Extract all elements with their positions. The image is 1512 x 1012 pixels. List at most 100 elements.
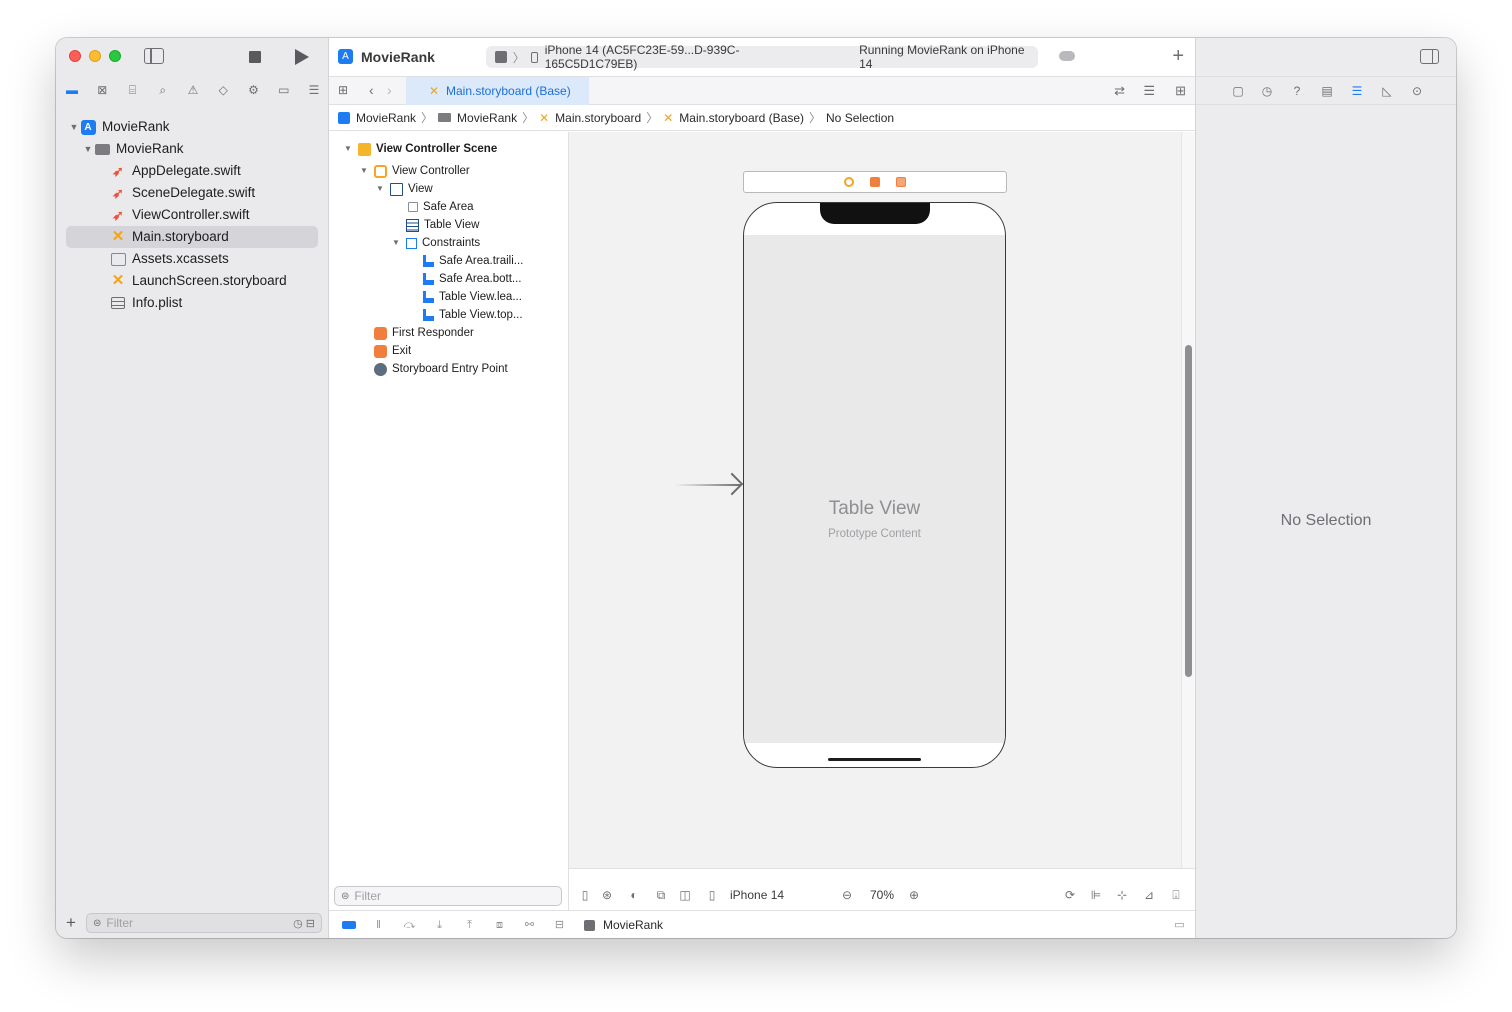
orientation-icon[interactable]: ⧉ <box>654 888 668 902</box>
outline-scene[interactable]: ▼ View Controller Scene <box>329 140 568 158</box>
step-over-icon[interactable]: ⤼ <box>403 919 416 932</box>
tree-item-file[interactable]: ➶ AppDelegate.swift <box>56 160 328 182</box>
activity-view[interactable]: 〉 iPhone 14 (AC5FC23E-59...D-939C-165C5D… <box>486 43 1038 71</box>
chevron-down-icon[interactable]: ▼ <box>68 116 80 138</box>
history-inspector-icon[interactable]: ◷ <box>1260 84 1274 98</box>
zoom-level[interactable]: 70% <box>870 888 894 902</box>
exit-icon[interactable] <box>896 177 906 187</box>
debug-area-toggle-icon[interactable] <box>342 921 356 929</box>
forward-icon[interactable]: › <box>387 82 392 98</box>
resolve-issues-icon[interactable]: ⊿ <box>1142 888 1156 902</box>
outline-view[interactable]: ▼ View <box>329 180 568 198</box>
step-out-icon[interactable]: ⤒ <box>463 919 476 932</box>
zoom-window-button[interactable] <box>109 50 121 62</box>
tree-item-file[interactable]: ✕ LaunchScreen.storyboard <box>56 270 328 292</box>
add-constraints-icon[interactable]: ⊹ <box>1115 888 1129 902</box>
identity-inspector-icon[interactable]: ▤ <box>1320 84 1334 98</box>
chevron-down-icon[interactable]: ▼ <box>390 234 402 252</box>
environment-icon[interactable]: ⊟ <box>553 919 566 932</box>
align-icon[interactable]: ⊫ <box>1089 888 1103 902</box>
add-icon[interactable]: + <box>66 913 80 933</box>
search-icon[interactable]: ⌕ <box>155 82 171 98</box>
chevron-down-icon[interactable]: ▼ <box>374 180 386 198</box>
breadcrumb-folder[interactable]: MovieRank <box>438 111 517 125</box>
zoom-out-icon[interactable]: ⊖ <box>840 888 854 902</box>
iphone-frame[interactable]: Table View Prototype Content <box>743 202 1006 768</box>
recent-files-icon[interactable]: ◷ <box>293 917 303 930</box>
outline-safe-area[interactable]: Safe Area <box>329 198 568 216</box>
swap-icon[interactable]: ⇄ <box>1114 83 1125 99</box>
folder-icon[interactable]: ▬ <box>64 82 80 98</box>
tree-item-project[interactable]: ▼ A MovieRank <box>56 116 328 138</box>
breadcrumb-localization[interactable]: ✕ Main.storyboard (Base) <box>663 111 804 125</box>
stop-icon[interactable] <box>249 51 261 63</box>
view-controller-icon[interactable] <box>844 177 854 187</box>
run-icon[interactable] <box>295 49 309 65</box>
tree-item-folder[interactable]: ▼ MovieRank <box>56 138 328 160</box>
size-inspector-icon[interactable]: ◺ <box>1380 84 1394 98</box>
chevron-down-icon[interactable]: ▼ <box>358 162 370 180</box>
close-window-button[interactable] <box>69 50 81 62</box>
outline-exit[interactable]: Exit <box>329 342 568 360</box>
minimize-window-button[interactable] <box>89 50 101 62</box>
tab-main-storyboard[interactable]: ✕ Main.storyboard (Base) <box>406 77 589 105</box>
connections-inspector-icon[interactable]: ⊙ <box>1410 84 1424 98</box>
update-frames-icon[interactable]: ⟳ <box>1063 888 1077 902</box>
outline-entry-point[interactable]: Storyboard Entry Point <box>329 360 568 378</box>
outline-toggle-icon[interactable]: ▯ <box>578 888 592 902</box>
accessibility-icon[interactable]: ⊛ <box>600 888 614 902</box>
scm-filter-icon[interactable]: ⊟ <box>306 917 315 930</box>
warning-icon[interactable]: ⚠ <box>185 82 201 98</box>
table-view-placeholder[interactable]: Table View Prototype Content <box>744 235 1005 743</box>
device-icon[interactable]: ▯ <box>705 888 719 902</box>
device-selector[interactable]: iPhone 14 <box>730 888 784 902</box>
entry-point-arrow-icon[interactable] <box>675 484 741 486</box>
outline-view-controller[interactable]: ▼ View Controller <box>329 162 568 180</box>
chevron-down-icon[interactable]: ▼ <box>82 138 94 160</box>
first-responder-icon[interactable] <box>870 177 880 187</box>
quick-help-icon[interactable]: ? <box>1290 84 1304 98</box>
inspector-toggle-icon[interactable] <box>1420 49 1439 64</box>
zoom-in-icon[interactable]: ⊕ <box>907 888 921 902</box>
outline-constraint[interactable]: Safe Area.traili... <box>329 252 568 270</box>
memory-graph-icon[interactable]: ⚯ <box>523 919 536 932</box>
report-icon[interactable]: ☰ <box>306 82 322 98</box>
breadcrumb-file[interactable]: ✕ Main.storyboard <box>539 111 641 125</box>
outline-constraint[interactable]: Table View.top... <box>329 306 568 324</box>
attributes-inspector-icon[interactable]: ☰ <box>1350 84 1364 98</box>
breakpoint-icon[interactable]: ▭ <box>276 82 292 98</box>
step-into-icon[interactable]: ⤓ <box>433 919 446 932</box>
file-inspector-icon[interactable]: ▢ <box>1231 84 1245 98</box>
tree-item-file[interactable]: Info.plist <box>56 292 328 314</box>
scroll-thumb[interactable] <box>1185 345 1192 677</box>
chevron-down-icon[interactable]: ▼ <box>342 140 354 158</box>
tree-item-file-selected[interactable]: ✕ Main.storyboard <box>66 226 318 248</box>
outline-constraint[interactable]: Table View.lea... <box>329 288 568 306</box>
editor-options-icon[interactable]: ☰ <box>1143 83 1155 99</box>
storyboard-canvas[interactable]: Table View Prototype Content <box>569 132 1181 868</box>
test-icon[interactable]: ◇ <box>215 82 231 98</box>
symbol-icon[interactable]: ⌸ <box>125 82 141 98</box>
split-icon[interactable]: ◫ <box>678 888 692 902</box>
source-control-icon[interactable]: ⊠ <box>94 82 110 98</box>
embed-icon[interactable]: ⍗ <box>1169 888 1183 902</box>
run-destination[interactable]: iPhone 14 (AC5FC23E-59...D-939C-165C5D1C… <box>545 43 827 71</box>
breadcrumb-project[interactable]: MovieRank <box>338 111 416 125</box>
breadcrumb-selection[interactable]: No Selection <box>826 111 894 125</box>
library-plus-icon[interactable]: + <box>1172 46 1184 66</box>
debug-icon[interactable]: ⚙ <box>246 82 262 98</box>
outline-filter-field[interactable]: ⊜ Filter <box>334 886 562 906</box>
outline-first-responder[interactable]: First Responder <box>329 324 568 342</box>
add-editor-icon[interactable]: ⊞ <box>1175 83 1186 99</box>
tree-item-file[interactable]: ➶ SceneDelegate.swift <box>56 182 328 204</box>
console-toggle-icon[interactable]: ▭ <box>1173 919 1186 932</box>
back-icon[interactable]: ‹ <box>369 82 374 98</box>
view-hierarchy-icon[interactable]: ⧈ <box>493 919 506 932</box>
tree-item-file[interactable]: ➶ ViewController.swift <box>56 204 328 226</box>
pause-icon[interactable]: ‖ <box>372 919 385 932</box>
outline-table-view[interactable]: Table View <box>329 216 568 234</box>
related-items-icon[interactable]: ⊞ <box>338 84 351 97</box>
outline-constraint[interactable]: Safe Area.bott... <box>329 270 568 288</box>
outline-constraints[interactable]: ▼ Constraints <box>329 234 568 252</box>
tree-item-file[interactable]: Assets.xcassets <box>56 248 328 270</box>
